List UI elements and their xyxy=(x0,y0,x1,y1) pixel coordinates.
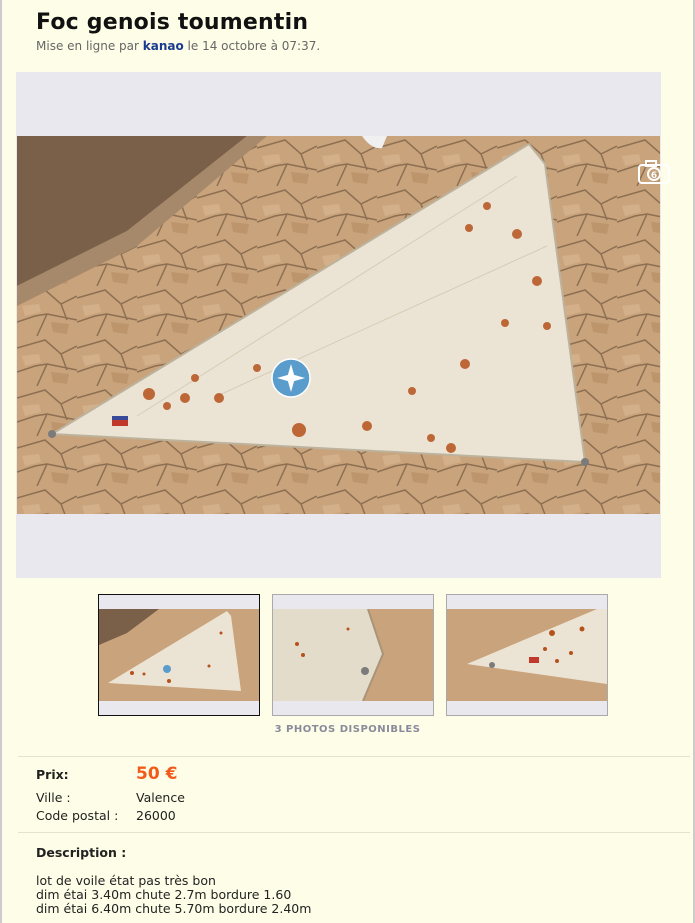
thumbnail-3-image xyxy=(447,609,607,701)
city-value: Valence xyxy=(136,790,185,805)
thumbnail-1[interactable] xyxy=(98,594,260,716)
thumbnail-3[interactable] xyxy=(446,594,608,716)
ad-title: Foc genois toumentin xyxy=(36,10,309,35)
thumbnail-2[interactable] xyxy=(272,594,434,716)
main-photo-stage: 6 xyxy=(16,72,670,578)
main-photo[interactable] xyxy=(17,136,660,514)
postal-code-value: 26000 xyxy=(136,808,176,823)
thumbnail-1-image xyxy=(99,609,259,701)
price-value: 50 € xyxy=(136,764,178,784)
author-link[interactable]: kanao xyxy=(143,39,184,53)
description-line: lot de voile état pas très bon xyxy=(36,873,216,888)
divider-top xyxy=(18,756,690,757)
thumbnail-2-image xyxy=(273,609,433,701)
photos-count-label: 3 PHOTOS DISPONIBLES xyxy=(274,724,421,735)
description-line: dim étai 6.40m chute 5.70m bordure 2.40m xyxy=(36,901,312,916)
city-label: Ville : xyxy=(36,790,71,805)
camera-badge-count: 6 xyxy=(651,171,657,181)
description-line: dim étai 3.40m chute 2.7m bordure 1.60 xyxy=(36,887,292,902)
meta-prefix: Mise en ligne par xyxy=(36,39,143,53)
meta-suffix: le 14 octobre à 07:37. xyxy=(183,39,321,53)
postal-code-label: Code postal : xyxy=(36,808,119,823)
price-label: Prix: xyxy=(36,767,69,782)
ad-meta: Mise en ligne par kanao le 14 octobre à … xyxy=(36,39,320,53)
camera-icon: 6 xyxy=(636,157,672,187)
description-label: Description : xyxy=(36,845,127,860)
divider-bottom xyxy=(18,832,690,833)
